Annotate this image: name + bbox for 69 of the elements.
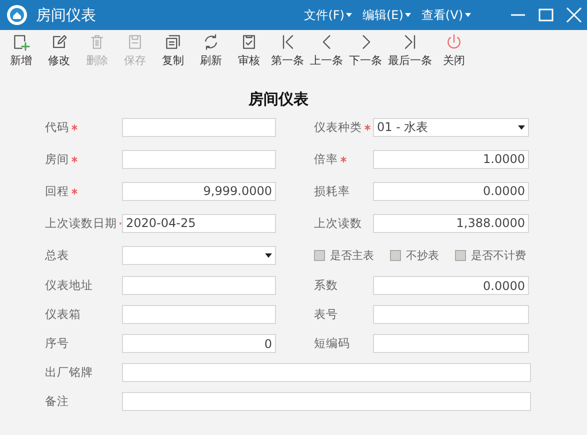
field-label: 上次读数日期	[45, 216, 117, 230]
input-field[interactable]	[122, 150, 276, 168]
field-label: 短编码	[314, 336, 350, 351]
field-label: 出厂铭牌	[45, 365, 93, 380]
input-field[interactable]	[373, 305, 529, 324]
field-label: 回程	[45, 184, 69, 198]
field-label: 上次读数	[314, 216, 362, 230]
input-field[interactable]	[122, 363, 531, 382]
toolbar-button[interactable]: 最后一条	[385, 33, 435, 75]
power-icon	[445, 33, 463, 51]
dropdown-caret-icon	[518, 124, 525, 130]
menu-item[interactable]: 查看(V)	[419, 4, 473, 26]
toolbar-button[interactable]: 第一条	[268, 33, 307, 75]
logo-icon	[6, 4, 28, 26]
caret-icon	[346, 13, 352, 17]
toolbar-button[interactable]: 新增	[2, 33, 40, 75]
field-label: 仪表地址	[45, 278, 93, 293]
input-field[interactable]: 1,388.0000	[373, 214, 529, 232]
toolbar-button[interactable]: 刷新	[192, 33, 230, 75]
field-label: 倍率	[314, 152, 338, 166]
field-label: 总表	[45, 248, 69, 262]
form-title: 房间仪表	[248, 89, 308, 109]
trash-icon	[88, 33, 106, 51]
checkbox[interactable]: 不抄表	[390, 248, 439, 262]
field-label: 系数	[314, 278, 338, 293]
dropdown-field[interactable]: 01 - 水表	[373, 118, 529, 136]
refresh-icon	[202, 33, 220, 51]
field-label: 序号	[45, 336, 69, 351]
edit-icon	[50, 33, 68, 51]
input-field[interactable]	[373, 334, 529, 353]
copy-icon	[164, 33, 182, 51]
input-field[interactable]: 0	[122, 334, 276, 353]
input-field[interactable]: 0.0000	[373, 276, 529, 295]
toolbar-button[interactable]: 上一条	[307, 33, 346, 75]
add-icon	[12, 33, 30, 51]
checkbox[interactable]: 是否主表	[314, 248, 374, 262]
input-field[interactable]: 2020-04-25	[122, 214, 276, 232]
input-field[interactable]	[122, 392, 531, 411]
toolbar-button[interactable]: 修改	[40, 33, 78, 75]
menu-item[interactable]: 文件(F)	[302, 4, 354, 26]
toolbar-button[interactable]: 复制	[154, 33, 192, 75]
dropdown-caret-icon	[265, 252, 272, 258]
toolbar-button[interactable]: 审核	[230, 33, 268, 75]
field-label: 仪表箱	[45, 307, 81, 322]
minimize-icon	[511, 14, 525, 16]
caret-icon	[465, 13, 471, 17]
field-label: 代码	[45, 120, 69, 134]
dropdown-field[interactable]	[122, 246, 276, 264]
input-field[interactable]	[122, 305, 276, 324]
input-field[interactable]: 9,999.0000	[122, 182, 276, 200]
checkbox[interactable]: 是否不计费	[455, 248, 526, 262]
menu-item[interactable]: 编辑(E)	[360, 4, 414, 26]
close-icon	[566, 7, 582, 23]
save-icon	[126, 33, 144, 51]
toolbar-button[interactable]: 下一条	[346, 33, 385, 75]
toolbar-button[interactable]: 关闭	[435, 33, 473, 75]
maximize-icon	[538, 7, 554, 23]
input-field[interactable]: 0.0000	[373, 182, 529, 200]
clipboard-check-icon	[240, 33, 258, 51]
caret-icon	[405, 13, 412, 17]
field-label: 房间	[45, 152, 69, 166]
input-field[interactable]	[122, 118, 276, 136]
field-label: 仪表种类	[314, 120, 362, 134]
input-field[interactable]	[122, 276, 276, 295]
field-label: 表号	[314, 307, 338, 322]
field-label: 损耗率	[314, 184, 350, 198]
field-label: 备注	[45, 394, 69, 409]
input-field[interactable]: 1.0000	[373, 150, 529, 168]
window-title: 房间仪表	[36, 6, 96, 24]
